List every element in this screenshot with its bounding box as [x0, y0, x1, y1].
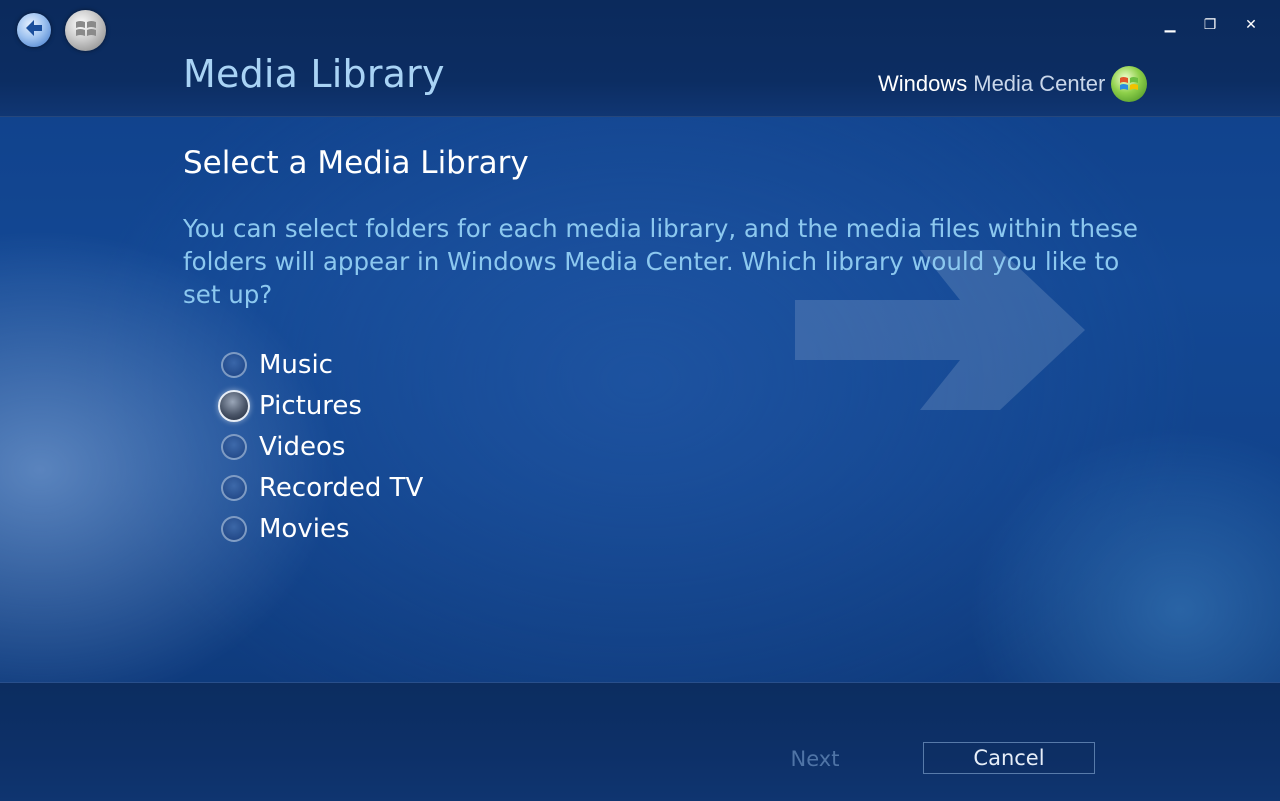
option-pictures[interactable]: Pictures — [218, 385, 423, 426]
option-label: Movies — [259, 513, 350, 544]
description-text: You can select folders for each media li… — [183, 214, 1138, 309]
option-label: Music — [259, 349, 333, 380]
option-videos[interactable]: Videos — [219, 426, 423, 467]
start-button[interactable] — [65, 10, 106, 51]
option-recorded-tv[interactable]: Recorded TV — [219, 467, 423, 508]
radio-button[interactable] — [221, 474, 247, 501]
back-button[interactable] — [17, 13, 51, 47]
next-button[interactable]: Next — [770, 742, 860, 776]
radio-button[interactable] — [221, 515, 247, 542]
windows-logo-icon — [1111, 66, 1148, 102]
brand-windows-text: Windows — [878, 71, 968, 96]
minimize-button[interactable]: ▁ — [1157, 14, 1183, 36]
cancel-button[interactable]: Cancel — [923, 742, 1095, 774]
brand-media-center-text: Media Center — [973, 71, 1106, 96]
radio-button[interactable] — [221, 433, 247, 460]
option-label: Recorded TV — [259, 472, 424, 503]
page-title: Media Library — [183, 52, 445, 96]
option-movies[interactable]: Movies — [219, 508, 423, 549]
close-button[interactable]: ✕ — [1238, 14, 1264, 36]
windows-start-orb-icon — [74, 18, 98, 44]
back-arrow-icon — [23, 17, 45, 43]
option-label: Pictures — [259, 390, 362, 421]
library-options: Music Pictures Videos Recorded TV Movies — [218, 344, 423, 549]
restore-button[interactable]: ❐ — [1197, 14, 1223, 36]
brand-logo: Windows Media Center — [878, 62, 1148, 106]
option-label: Videos — [259, 431, 346, 462]
section-heading: Select a Media Library — [183, 145, 529, 181]
radio-button-selected[interactable] — [218, 389, 250, 422]
radio-button[interactable] — [221, 351, 247, 378]
option-music[interactable]: Music — [219, 344, 423, 385]
